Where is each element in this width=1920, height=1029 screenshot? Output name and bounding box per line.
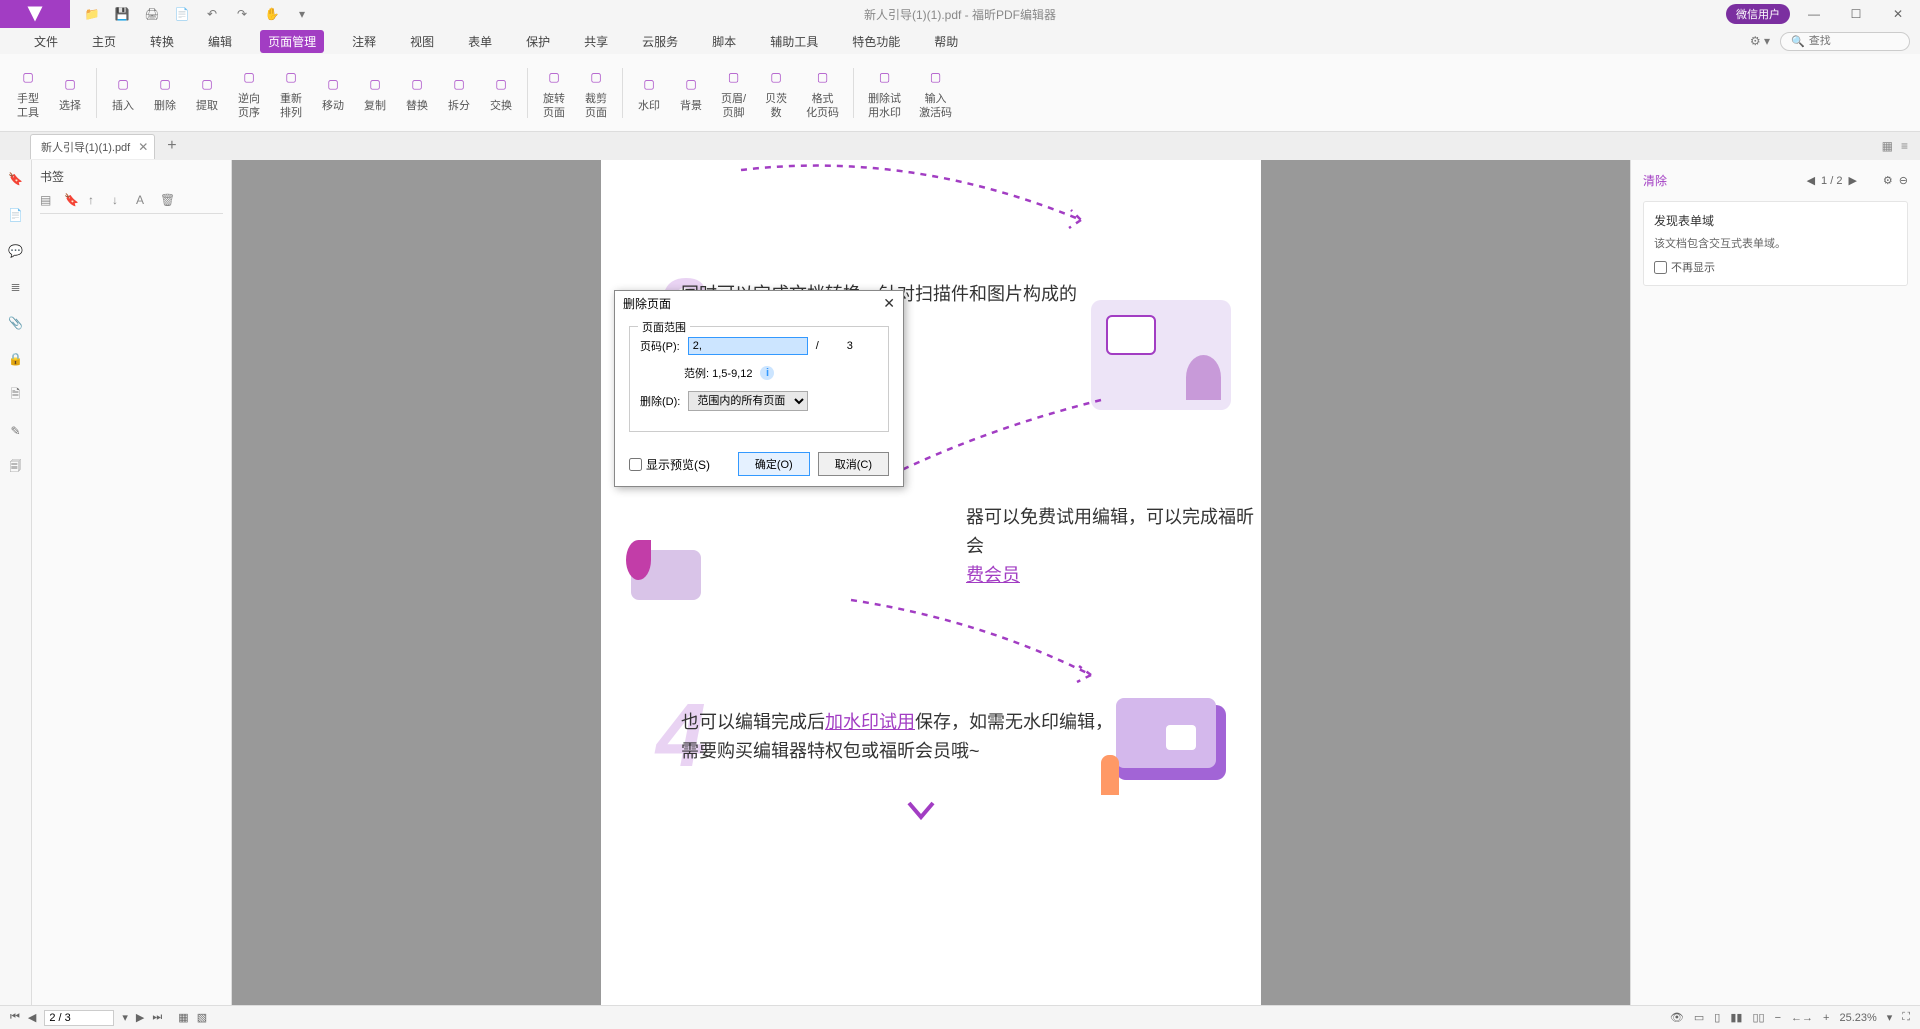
- page-input[interactable]: [688, 337, 808, 355]
- delete-label: 删除(D):: [640, 393, 680, 409]
- info-icon[interactable]: i: [760, 366, 774, 380]
- page-label: 页码(P):: [640, 338, 680, 354]
- total-pages: 3: [847, 340, 853, 352]
- example-text: 范例: 1,5-9,12: [684, 365, 752, 381]
- show-preview-label[interactable]: 显示预览(S): [629, 456, 710, 473]
- dialog-title: 删除页面: [623, 295, 671, 312]
- delete-select[interactable]: 范围内的所有页面: [688, 391, 808, 411]
- dialog-close-icon[interactable]: ✕: [883, 295, 895, 312]
- cancel-button[interactable]: 取消(C): [818, 452, 889, 476]
- ok-button[interactable]: 确定(O): [738, 452, 810, 476]
- range-group-title: 页面范围: [638, 319, 690, 335]
- show-preview-checkbox[interactable]: [629, 458, 642, 471]
- delete-pages-dialog: 删除页面 ✕ 页面范围 页码(P): / 3 范例: 1,5-9,12 i 删除…: [614, 290, 904, 487]
